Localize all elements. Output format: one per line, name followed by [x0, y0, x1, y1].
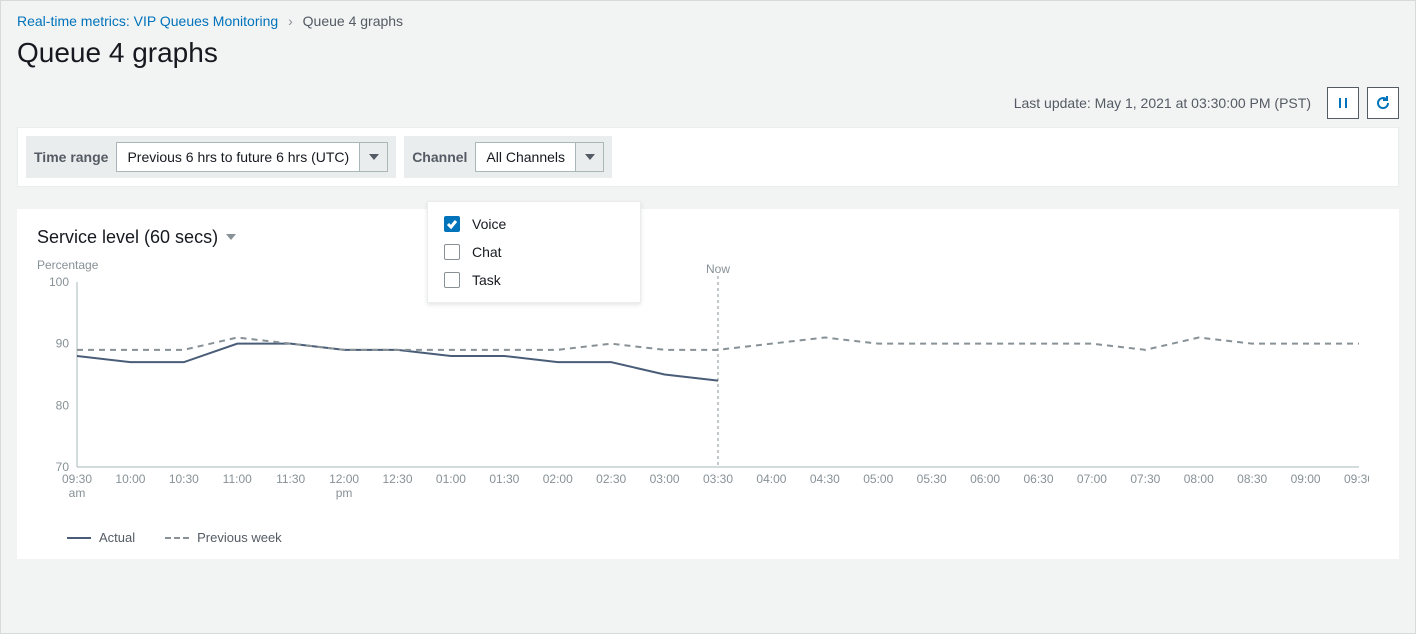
svg-text:10:00: 10:00	[115, 472, 145, 486]
svg-text:03:00: 03:00	[650, 472, 680, 486]
svg-text:am: am	[69, 486, 86, 500]
legend-item-previous-week: Previous week	[165, 530, 282, 545]
legend-swatch-solid	[67, 537, 91, 539]
channel-option-label: Voice	[472, 216, 506, 232]
channel-option-label: Chat	[472, 244, 502, 260]
line-chart: 70809010009:30am10:0010:3011:0011:3012:0…	[37, 272, 1369, 507]
chart-legend: Actual Previous week	[37, 530, 1379, 545]
svg-text:08:00: 08:00	[1184, 472, 1214, 486]
channel-option-voice[interactable]: Voice	[428, 210, 640, 238]
svg-text:03:30: 03:30	[703, 472, 733, 486]
svg-text:11:00: 11:00	[223, 472, 252, 486]
channel-option-label: Task	[472, 272, 501, 288]
channel-option-chat[interactable]: Chat	[428, 238, 640, 266]
svg-text:08:30: 08:30	[1237, 472, 1267, 486]
channel-filter: Channel All Channels	[404, 136, 612, 178]
svg-text:09:30: 09:30	[1344, 472, 1369, 486]
chart-title: Service level (60 secs)	[37, 227, 218, 248]
svg-text:09:00: 09:00	[1291, 472, 1321, 486]
checkbox-icon	[444, 244, 460, 260]
pause-icon	[1335, 95, 1351, 111]
legend-item-actual: Actual	[67, 530, 135, 545]
chevron-right-icon: ›	[288, 13, 293, 29]
svg-text:05:30: 05:30	[917, 472, 947, 486]
svg-text:01:00: 01:00	[436, 472, 466, 486]
svg-text:80: 80	[56, 398, 70, 412]
refresh-button[interactable]	[1367, 87, 1399, 119]
svg-text:90: 90	[56, 337, 70, 351]
svg-text:11:30: 11:30	[276, 472, 305, 486]
breadcrumb-current: Queue 4 graphs	[303, 13, 403, 29]
last-update-text: Last update: May 1, 2021 at 03:30:00 PM …	[1014, 95, 1311, 111]
svg-text:07:30: 07:30	[1130, 472, 1160, 486]
channel-option-task[interactable]: Task	[428, 266, 640, 294]
chevron-down-icon	[359, 143, 387, 171]
channel-dropdown-panel: Voice Chat Task	[427, 201, 641, 303]
refresh-icon	[1375, 95, 1391, 111]
breadcrumb: Real-time metrics: VIP Queues Monitoring…	[17, 13, 1399, 29]
checkbox-checked-icon	[444, 216, 460, 232]
svg-text:02:00: 02:00	[543, 472, 573, 486]
checkbox-icon	[444, 272, 460, 288]
svg-text:12:00: 12:00	[329, 472, 359, 486]
now-marker-label: Now	[706, 262, 730, 276]
svg-text:09:30: 09:30	[62, 472, 92, 486]
chevron-down-icon	[226, 232, 236, 242]
svg-text:10:30: 10:30	[169, 472, 199, 486]
svg-text:02:30: 02:30	[596, 472, 626, 486]
svg-text:06:30: 06:30	[1023, 472, 1053, 486]
breadcrumb-parent-link[interactable]: Real-time metrics: VIP Queues Monitoring	[17, 13, 278, 29]
svg-text:04:00: 04:00	[756, 472, 786, 486]
chevron-down-icon	[575, 143, 603, 171]
svg-text:04:30: 04:30	[810, 472, 840, 486]
svg-text:05:00: 05:00	[863, 472, 893, 486]
time-range-select[interactable]: Previous 6 hrs to future 6 hrs (UTC)	[116, 142, 388, 172]
svg-text:07:00: 07:00	[1077, 472, 1107, 486]
svg-text:12:30: 12:30	[382, 472, 412, 486]
svg-text:pm: pm	[336, 486, 353, 500]
page-title: Queue 4 graphs	[17, 37, 1399, 69]
pause-button[interactable]	[1327, 87, 1359, 119]
filter-bar: Time range Previous 6 hrs to future 6 hr…	[17, 127, 1399, 187]
time-range-label: Time range	[34, 149, 108, 165]
channel-select[interactable]: All Channels	[475, 142, 604, 172]
time-range-filter: Time range Previous 6 hrs to future 6 hr…	[26, 136, 396, 178]
svg-text:06:00: 06:00	[970, 472, 1000, 486]
channel-label: Channel	[412, 149, 467, 165]
svg-text:01:30: 01:30	[489, 472, 519, 486]
svg-text:100: 100	[49, 275, 69, 289]
chart-menu-button[interactable]	[226, 229, 236, 247]
legend-swatch-dashed	[165, 537, 189, 539]
chart-card: Service level (60 secs) Percentage Now 7…	[17, 209, 1399, 559]
